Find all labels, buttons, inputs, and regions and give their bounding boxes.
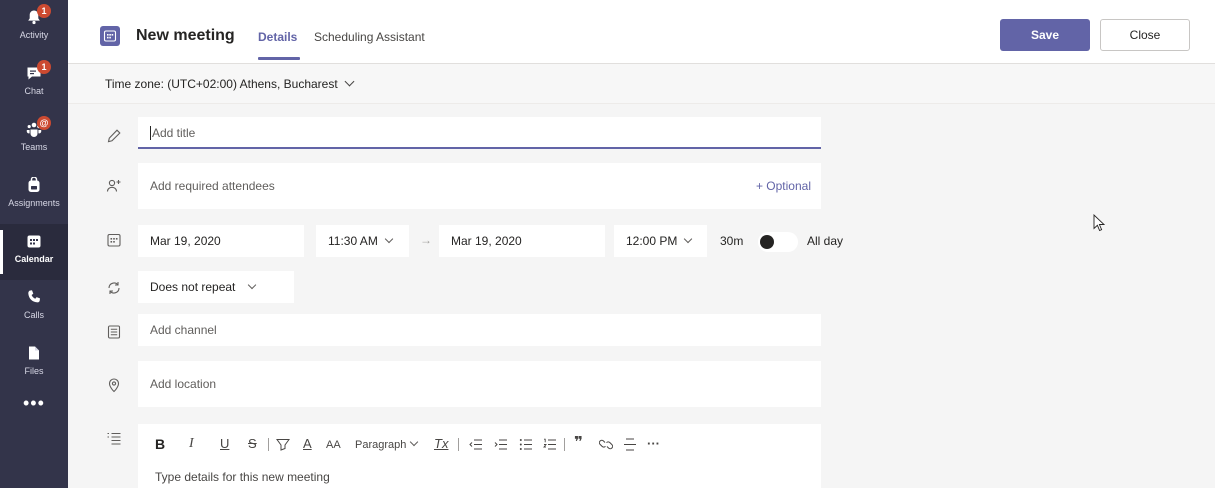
start-date-field[interactable]: Mar 19, 2020 — [138, 225, 304, 257]
channel-placeholder: Add channel — [150, 323, 217, 337]
repeat-dropdown[interactable]: Does not repeat — [138, 271, 294, 303]
toolbar-divider — [458, 438, 459, 451]
repeat-icon — [108, 282, 120, 294]
page-title: New meeting — [136, 27, 235, 44]
increase-indent-icon[interactable] — [494, 438, 508, 451]
highlight-icon[interactable] — [276, 438, 290, 451]
chevron-down-icon — [384, 234, 394, 244]
add-person-icon — [106, 179, 121, 192]
start-date-value: Mar 19, 2020 — [150, 234, 221, 248]
details-list-icon — [107, 433, 121, 445]
appbar-item-teams[interactable]: @ Teams — [0, 112, 68, 168]
paragraph-label: Paragraph — [355, 439, 407, 451]
teams-badge: @ — [37, 116, 51, 130]
optional-attendees-link[interactable]: + Optional — [756, 163, 811, 209]
save-button[interactable]: Save — [1000, 19, 1090, 51]
calendar-icon — [27, 235, 41, 248]
timezone-bar: Time zone: (UTC+02:00) Athens, Bucharest — [68, 64, 1215, 104]
appbar-item-chat[interactable]: 1 Chat — [0, 56, 68, 112]
appbar-label-calls: Calls — [23, 310, 44, 320]
bulleted-list-icon[interactable] — [519, 438, 533, 451]
file-icon — [29, 346, 39, 360]
appbar-item-activity[interactable]: 1 Activity — [0, 0, 68, 56]
chevron-down-icon — [410, 437, 419, 447]
appbar-label-activity: Activity — [19, 30, 49, 40]
location-input[interactable]: Add location — [138, 361, 821, 407]
timezone-selector[interactable]: Time zone: (UTC+02:00) Athens, Bucharest — [105, 76, 355, 91]
repeat-value: Does not repeat — [150, 280, 236, 294]
numbered-list-icon[interactable] — [543, 438, 557, 451]
underline-button[interactable]: U — [220, 436, 229, 452]
main-panel: New meeting Details Scheduling Assistant… — [68, 0, 1215, 488]
bold-button[interactable]: B — [155, 436, 165, 452]
details-editor[interactable]: B I U S A AA Paragraph Tx ❞ ··· Type det… — [138, 424, 821, 488]
italic-button[interactable]: I — [189, 436, 194, 452]
tab-details[interactable]: Details — [258, 30, 297, 44]
attendees-input[interactable]: Add required attendees + Optional — [138, 163, 821, 209]
text-caret — [150, 125, 151, 140]
arrow-right-icon: → — [420, 233, 432, 247]
channel-icon — [107, 325, 121, 339]
title-input[interactable]: Add title — [138, 117, 821, 149]
appbar-label-chat: Chat — [24, 86, 44, 96]
chevron-down-icon — [684, 234, 693, 244]
appbar-item-calendar[interactable]: Calendar — [0, 224, 68, 280]
toggle-knob — [760, 235, 774, 249]
strikethrough-button[interactable]: S — [248, 436, 257, 452]
meeting-calendar-icon — [100, 26, 120, 46]
all-day-label: All day — [807, 234, 844, 248]
chevron-down-icon — [248, 280, 257, 290]
appbar-label-teams: Teams — [20, 142, 48, 152]
chat-badge: 1 — [37, 60, 51, 74]
mouse-pointer-icon — [1093, 214, 1106, 232]
title-placeholder: Add title — [152, 126, 196, 140]
channel-input[interactable]: Add channel — [138, 314, 821, 346]
toolbar-divider — [268, 438, 269, 451]
end-date-field[interactable]: Mar 19, 2020 — [439, 225, 605, 257]
more-options-button[interactable]: ··· — [647, 436, 660, 452]
phone-icon — [28, 290, 40, 303]
appbar-item-files[interactable]: Files — [0, 336, 68, 392]
chevron-down-icon — [344, 76, 355, 87]
details-placeholder: Type details for this new meeting — [155, 470, 330, 484]
pencil-icon — [107, 129, 121, 143]
close-button[interactable]: Close — [1100, 19, 1190, 51]
meeting-form: Add title Add required attendees + Optio… — [68, 104, 1215, 488]
font-color-button[interactable]: A — [303, 436, 312, 452]
calendar-icon — [107, 233, 121, 247]
end-time-value: 12:00 PM — [626, 234, 678, 248]
appbar-item-assignments[interactable]: Assignments — [0, 168, 68, 224]
quote-button[interactable]: ❞ — [574, 435, 583, 451]
clear-formatting-button[interactable]: Tx — [434, 436, 448, 452]
location-placeholder: Add location — [150, 377, 217, 391]
appbar-label-files: Files — [24, 366, 44, 376]
backpack-icon — [28, 177, 40, 192]
attendees-placeholder: Add required attendees — [150, 179, 275, 193]
appbar-label-assignments: Assignments — [8, 198, 60, 208]
start-time-value: 11:30 AM — [328, 234, 378, 248]
tab-active-indicator — [258, 57, 300, 60]
link-icon[interactable] — [599, 438, 613, 451]
tab-scheduling-assistant[interactable]: Scheduling Assistant — [314, 30, 425, 44]
location-icon — [108, 378, 120, 393]
appbar-item-calls[interactable]: Calls — [0, 280, 68, 336]
timezone-label: Time zone: (UTC+02:00) Athens, Bucharest — [105, 77, 338, 91]
more-apps-icon[interactable]: ••• — [23, 394, 45, 412]
end-time-dropdown[interactable]: 12:00 PM — [614, 225, 707, 257]
activity-badge: 1 — [37, 4, 51, 18]
horizontal-rule-icon[interactable] — [623, 437, 637, 452]
app-bar: 1 Activity 1 Chat @ Teams Assignments Ca… — [0, 0, 68, 488]
appbar-label-calendar: Calendar — [14, 254, 54, 264]
font-size-button[interactable]: AA — [326, 437, 341, 453]
decrease-indent-icon[interactable] — [469, 438, 483, 451]
toolbar-divider — [564, 438, 565, 451]
paragraph-dropdown[interactable]: Paragraph — [355, 437, 419, 453]
meeting-header: New meeting Details Scheduling Assistant… — [68, 0, 1215, 64]
all-day-toggle[interactable] — [758, 232, 798, 252]
end-date-value: Mar 19, 2020 — [451, 234, 522, 248]
start-time-dropdown[interactable]: 11:30 AM — [316, 225, 409, 257]
duration-label: 30m — [720, 234, 744, 248]
